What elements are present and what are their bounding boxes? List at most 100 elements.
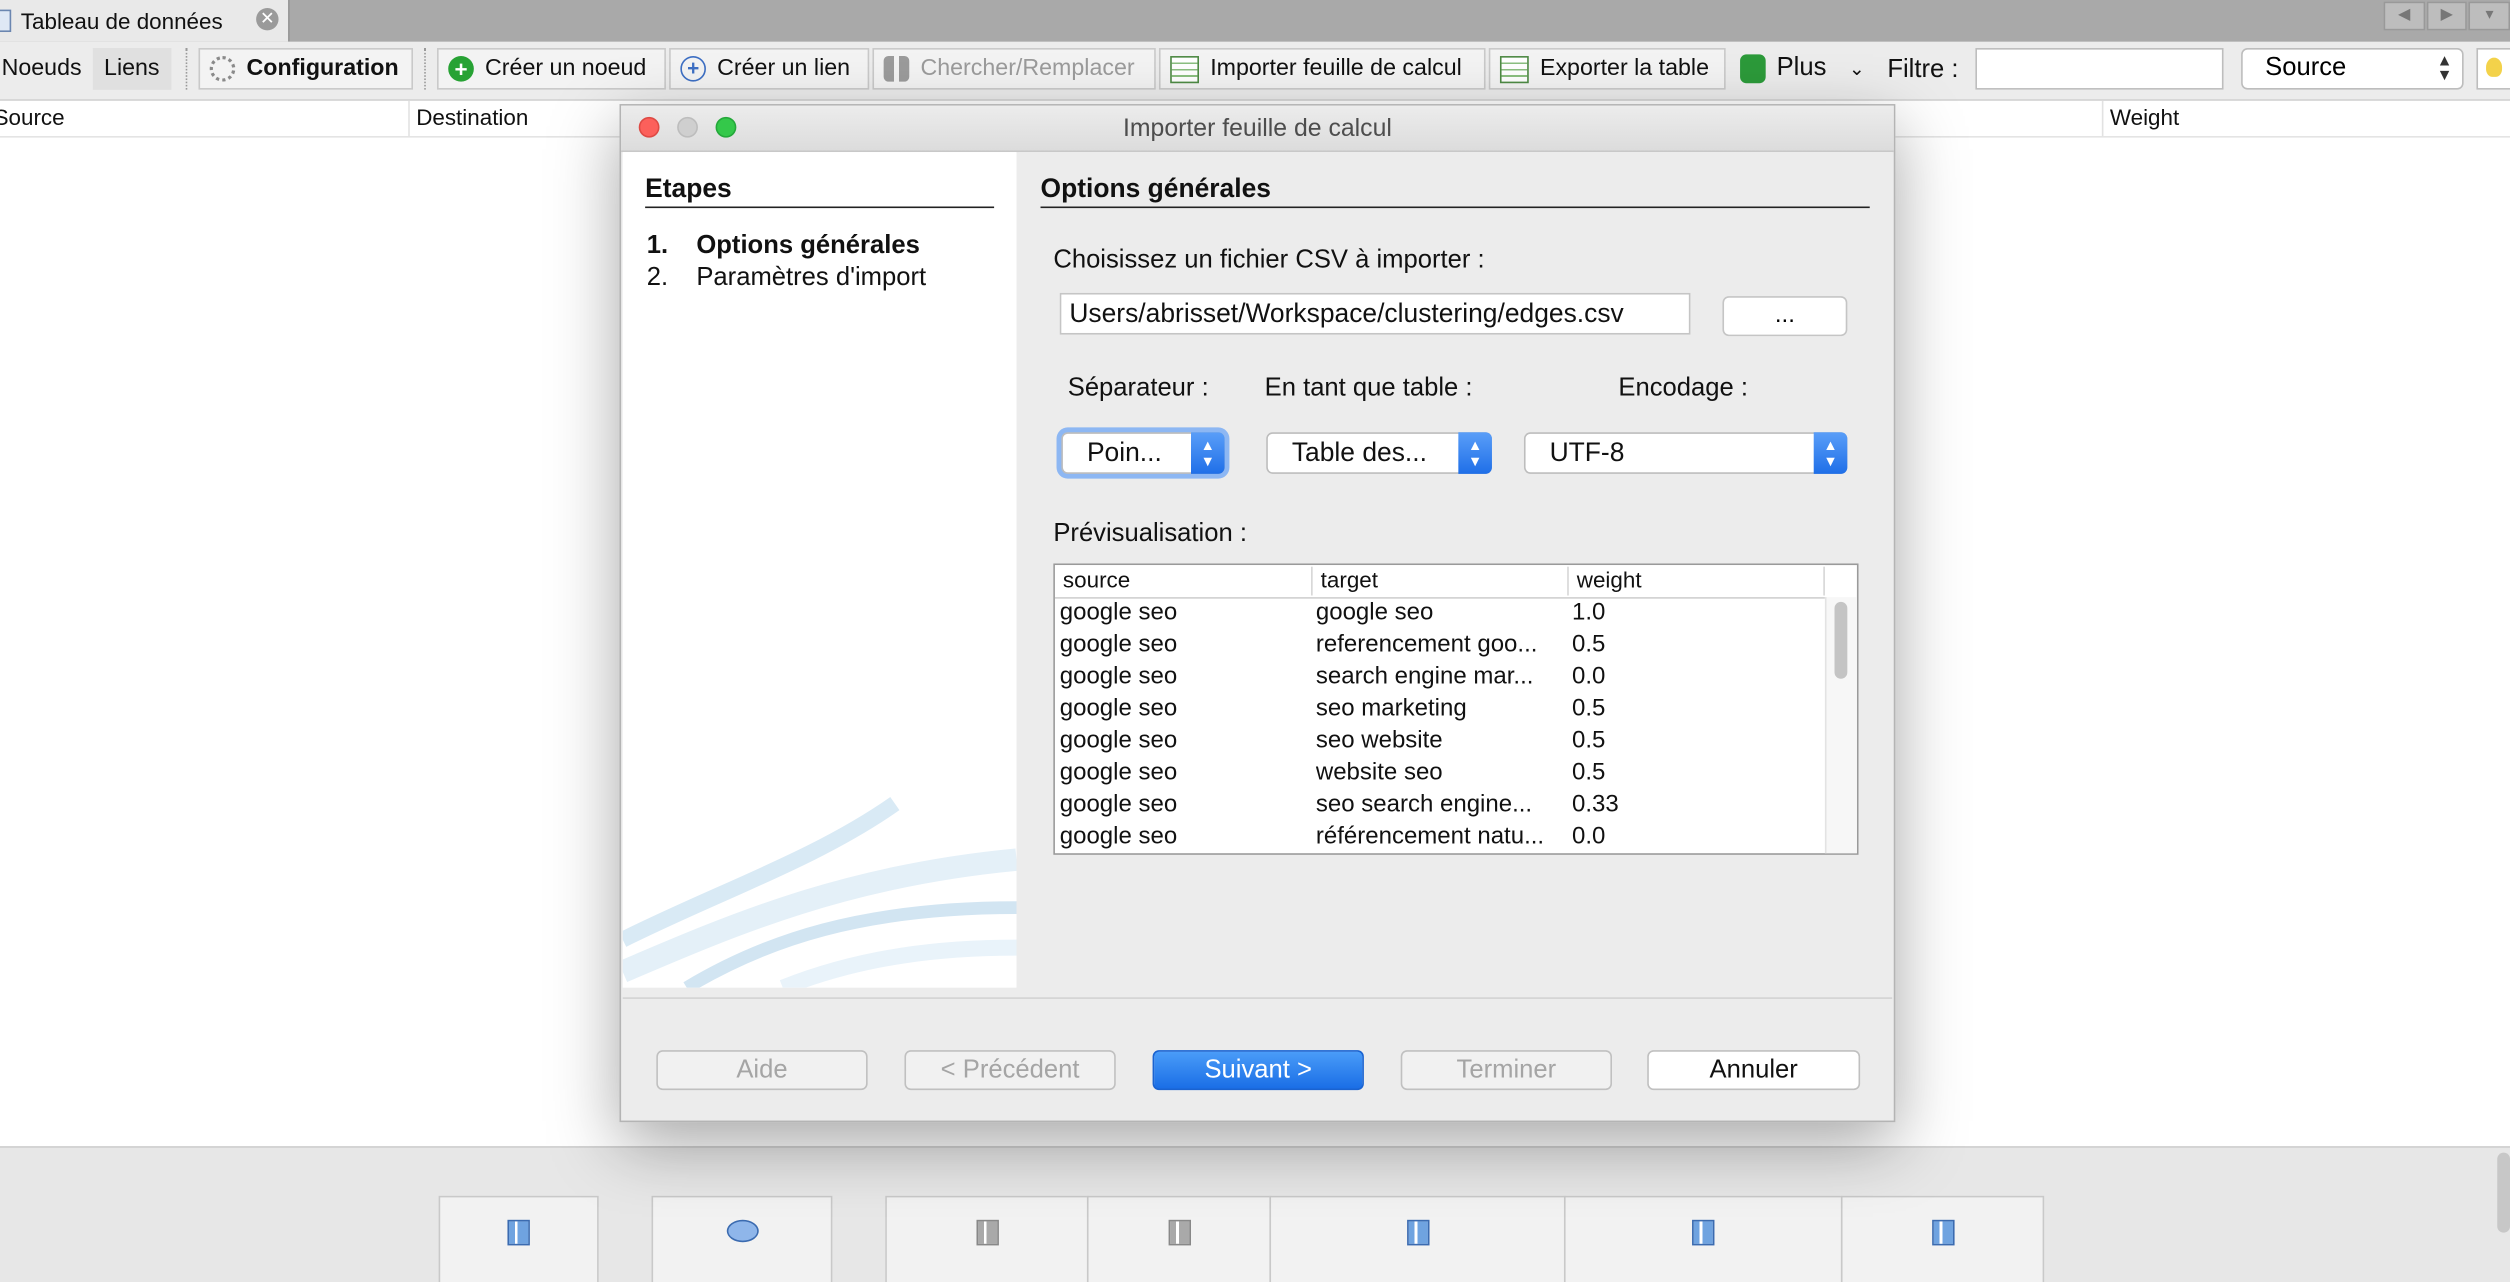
column-icon	[507, 1219, 530, 1246]
step-label: Paramètres d'import	[696, 264, 927, 292]
scrollbar-thumb[interactable]	[1834, 601, 1848, 679]
preview-cell-target: search engine mar...	[1315, 662, 1534, 690]
lightbulb-button[interactable]	[2476, 48, 2510, 90]
preview-cell-target: référencement natu...	[1315, 822, 1545, 851]
create-node-button[interactable]: + Créer un noeud	[437, 48, 666, 90]
preview-cell-target: seo website	[1315, 726, 1443, 754]
configuration-label: Configuration	[246, 56, 399, 82]
separator-select[interactable]: Poin... ▲ ▼	[1061, 432, 1225, 474]
more-plugins-button[interactable]: Plus ⌄	[1729, 48, 1876, 90]
preview-cell-source: google seo	[1059, 598, 1178, 626]
export-table-label: Exporter la table	[1539, 56, 1710, 82]
as-table-value: Table des...	[1291, 438, 1427, 468]
preview-row[interactable]: google seo seo website 0.5	[1055, 727, 1825, 759]
steps-panel: Etapes 1. Options générales 2. Paramètres …	[622, 152, 1017, 988]
import-spreadsheet-label: Importer feuille de calcul	[1210, 56, 1462, 82]
step-label: Options générales	[696, 232, 920, 260]
bottom-tool-button[interactable]	[1086, 1195, 1272, 1282]
preview-row[interactable]: google seo seo marketing 0.5	[1055, 695, 1825, 727]
search-replace-button[interactable]: Chercher/Remplacer	[872, 48, 1156, 90]
preview-cell-weight: 0.33	[1571, 790, 1619, 819]
browse-button[interactable]: ...	[1722, 296, 1848, 337]
nodes-button[interactable]: Noeuds	[0, 48, 93, 90]
create-edge-label: Créer un lien	[717, 56, 851, 82]
previous-button[interactable]: < Précédent	[904, 1050, 1116, 1091]
preview-cell-weight: 0.5	[1571, 758, 1606, 786]
edges-label: Liens	[104, 56, 160, 82]
preview-column-target[interactable]: target	[1313, 566, 1569, 596]
bottom-tool-button[interactable]	[438, 1195, 599, 1282]
filter-column-value: Source	[2265, 54, 2347, 82]
updown-arrow-icon: ▲ ▼	[1190, 432, 1225, 474]
import-spreadsheet-button[interactable]: Importer feuille de calcul	[1158, 48, 1486, 90]
bottom-tool-button[interactable]	[885, 1195, 1089, 1282]
toolbar: Noeuds Liens Configuration + Créer un noe…	[0, 41, 2510, 101]
help-button[interactable]: Aide	[656, 1050, 868, 1091]
encoding-select[interactable]: UTF-8 ▲ ▼	[1523, 432, 1848, 474]
tab-data-table[interactable]: Tableau de données ✕	[0, 0, 290, 42]
create-edge-button[interactable]: + Créer un lien	[669, 48, 870, 90]
bottom-tool-button[interactable]	[651, 1195, 833, 1282]
close-icon[interactable]: ✕	[256, 8, 279, 31]
as-table-select[interactable]: Table des... ▲ ▼	[1266, 432, 1492, 474]
preview-cell-source: google seo	[1059, 726, 1178, 754]
scrollbar[interactable]	[2497, 1152, 2510, 1233]
search-replace-label: Chercher/Remplacer	[920, 56, 1135, 82]
preview-cell-source: google seo	[1059, 694, 1178, 722]
updown-arrow-icon: ▲ ▼	[2436, 52, 2453, 85]
preview-row[interactable]: google seo référencement natu... 0.0	[1055, 822, 1825, 853]
column-header-weight[interactable]: Weight	[2110, 104, 2179, 130]
edges-button[interactable]: Liens	[92, 48, 171, 90]
dialog-divider	[622, 997, 1893, 999]
preview-cell-weight: 0.0	[1571, 662, 1606, 690]
column-header-source[interactable]: Source	[0, 104, 65, 130]
updown-arrow-icon: ▲ ▼	[1458, 432, 1492, 474]
binoculars-icon	[883, 56, 910, 82]
column-icon	[1406, 1219, 1429, 1246]
configuration-button[interactable]: Configuration	[198, 48, 414, 90]
table-icon	[0, 9, 12, 33]
preview-scrollbar[interactable]	[1824, 597, 1857, 854]
menu-icon[interactable]: ▾	[2468, 1, 2510, 31]
finish-button[interactable]: Terminer	[1400, 1050, 1613, 1091]
preview-table[interactable]: source target weight google seo google se…	[1053, 563, 1859, 855]
bottom-tool-button[interactable]	[1563, 1195, 1843, 1282]
preview-row[interactable]: google seo seo search engine... 0.33	[1055, 791, 1825, 823]
separator-value: Poin...	[1086, 438, 1162, 468]
column-icon	[975, 1219, 999, 1246]
column-icon	[1167, 1219, 1191, 1246]
preview-column-source[interactable]: source	[1055, 566, 1313, 596]
arrow-right-icon[interactable]: ▶	[2426, 1, 2468, 31]
preview-cell-source: google seo	[1059, 822, 1178, 851]
preview-row[interactable]: google seo referencement goo... 0.5	[1055, 631, 1825, 663]
preview-row[interactable]: google seo google seo 1.0	[1055, 599, 1825, 631]
step-item-import-settings: 2. Paramètres d'import	[647, 264, 926, 293]
filter-column-select[interactable]: Source ▲ ▼	[2241, 48, 2464, 90]
preview-cell-target: website seo	[1315, 758, 1443, 786]
updown-arrow-icon: ▲ ▼	[1813, 432, 1848, 474]
preview-cell-source: google seo	[1059, 758, 1178, 786]
bottom-panel	[0, 1146, 2510, 1282]
export-table-button[interactable]: Exporter la table	[1488, 48, 1726, 90]
filter-label: Filtre :	[1887, 56, 1959, 84]
preview-row[interactable]: google seo website seo 0.5	[1055, 759, 1825, 791]
import-spreadsheet-dialog: Importer feuille de calcul Etapes 1. Opti…	[619, 104, 1896, 1123]
preview-cell-source: google seo	[1059, 630, 1178, 658]
preview-cell-weight: 0.5	[1571, 694, 1606, 722]
wizard-swoosh-graphic	[622, 797, 1017, 988]
tab-nav: ◀ ▶ ▾	[2382, 1, 2510, 31]
preview-row[interactable]: google seo search engine mar... 0.0	[1055, 663, 1825, 695]
bottom-tool-button[interactable]	[1269, 1195, 1566, 1282]
tab-bar: Tableau de données ✕ ◀ ▶ ▾	[0, 0, 2510, 44]
filter-input[interactable]	[1975, 48, 2224, 90]
tab-title: Tableau de données	[20, 8, 223, 34]
column-header-destination[interactable]: Destination	[416, 104, 528, 130]
cancel-button[interactable]: Annuler	[1647, 1050, 1861, 1091]
bottom-tool-button[interactable]	[1840, 1195, 2045, 1282]
preview-column-weight[interactable]: weight	[1569, 566, 1825, 596]
section-heading: Options générales	[1040, 174, 1870, 209]
file-path-field[interactable]: Users/abrisset/Workspace/clustering/edge…	[1059, 292, 1691, 335]
arrow-left-icon[interactable]: ◀	[2383, 1, 2425, 31]
next-button[interactable]: Suivant >	[1152, 1050, 1364, 1091]
gear-icon	[209, 56, 236, 82]
